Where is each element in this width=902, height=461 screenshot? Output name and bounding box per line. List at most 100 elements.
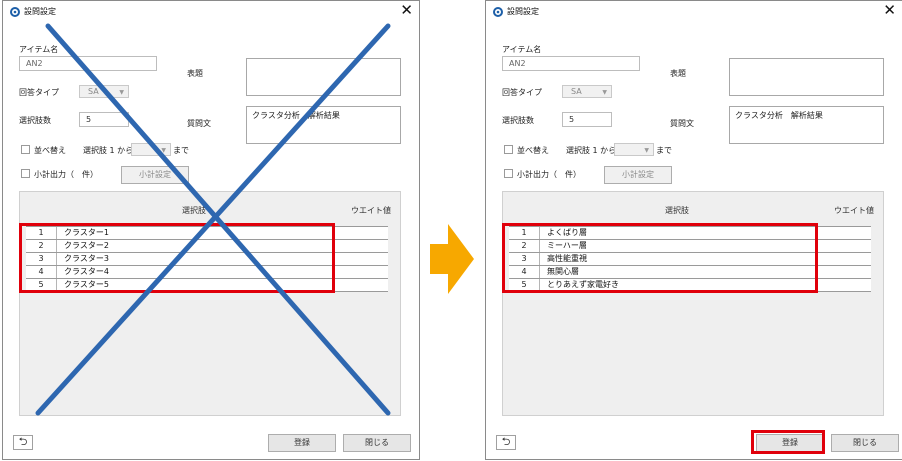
answer-type-label: 回答タイプ [19, 88, 59, 97]
grid-rows: 1 よくばり層 2 ミーハー層 3 高性能重視 4 無関心層 5 とりあえず家電好き [509, 226, 871, 292]
weight-cell[interactable] [334, 253, 388, 265]
subtotal-settings-button[interactable]: 小計設定 [604, 166, 672, 184]
table-row[interactable]: 1 よくばり層 [509, 226, 871, 240]
close-icon[interactable]: ✕ [400, 2, 413, 18]
to-label: まで [173, 146, 189, 155]
question-label: 質問文 [670, 119, 694, 128]
choice-count-label: 選択肢数 [19, 116, 51, 125]
grid-header-choice: 選択肢 [182, 206, 206, 215]
row-number: 5 [26, 279, 57, 291]
item-name-label: アイテム名 [502, 45, 542, 54]
chevron-down-icon: ▼ [644, 147, 649, 154]
close-icon[interactable]: ✕ [883, 2, 896, 18]
table-row[interactable]: 2 ミーハー層 [509, 240, 871, 253]
answer-type-value: SA [88, 87, 99, 96]
row-number: 4 [509, 266, 540, 278]
answer-type-select[interactable]: SA ▼ [562, 85, 612, 98]
weight-cell[interactable] [817, 253, 871, 265]
table-row[interactable]: 4 クラスター4 [26, 266, 388, 279]
close-button[interactable]: 閉じる [831, 434, 899, 452]
sort-range-select[interactable]: ▼ [614, 143, 654, 156]
table-row[interactable]: 4 無関心層 [509, 266, 871, 279]
answer-type-value: SA [571, 87, 582, 96]
choice-count-label: 選択肢数 [502, 116, 534, 125]
register-button[interactable]: 登録 [756, 434, 824, 452]
row-number: 1 [26, 227, 57, 239]
close-button[interactable]: 閉じる [343, 434, 411, 452]
subtotal-checkbox[interactable] [504, 169, 513, 178]
back-arrow-icon[interactable]: ⮌ [496, 435, 516, 450]
row-number: 4 [26, 266, 57, 278]
title-bar: 設問設定 ✕ [3, 1, 419, 23]
weight-cell[interactable] [334, 240, 388, 252]
weight-cell[interactable] [817, 227, 871, 239]
weight-cell[interactable] [817, 266, 871, 278]
app-logo-icon [10, 7, 20, 17]
sort-checkbox[interactable] [21, 145, 30, 154]
title-bar: 設問設定 ✕ [486, 1, 902, 23]
choice-text: クラスター2 [64, 241, 109, 250]
weight-cell[interactable] [334, 227, 388, 239]
sort-label: 並べ替え [517, 146, 549, 155]
table-row[interactable]: 2 クラスター2 [26, 240, 388, 253]
subtotal-settings-button[interactable]: 小計設定 [121, 166, 189, 184]
item-name-label: アイテム名 [19, 45, 59, 54]
dialog-title: 設問設定 [507, 7, 539, 16]
question-textarea[interactable]: クラスタ分析 解析結果 [246, 106, 401, 144]
item-name-field[interactable]: AN2 [502, 56, 640, 71]
weight-cell[interactable] [334, 266, 388, 278]
question-textarea[interactable]: クラスタ分析 解析結果 [729, 106, 884, 144]
subtotal-checkbox[interactable] [21, 169, 30, 178]
back-arrow-icon[interactable]: ⮌ [13, 435, 33, 450]
register-button[interactable]: 登録 [268, 434, 336, 452]
title-textarea[interactable] [729, 58, 884, 96]
settings-dialog-before: 設問設定 ✕ アイテム名 AN2 表題 回答タイプ SA ▼ 選択肢数 5 質問… [2, 0, 420, 460]
row-number: 3 [509, 253, 540, 265]
table-row[interactable]: 5 クラスター5 [26, 279, 388, 292]
grid-header-choice: 選択肢 [665, 206, 689, 215]
sort-checkbox[interactable] [504, 145, 513, 154]
settings-dialog-after: 設問設定 ✕ アイテム名 AN2 表題 回答タイプ SA ▼ 選択肢数 5 質問… [485, 0, 902, 460]
table-row[interactable]: 3 クラスター3 [26, 253, 388, 266]
title-textarea[interactable] [246, 58, 401, 96]
item-name-field[interactable]: AN2 [19, 56, 157, 71]
weight-cell[interactable] [817, 240, 871, 252]
choice-text: ミーハー層 [547, 241, 587, 250]
choice-text: クラスター4 [64, 267, 109, 276]
weight-cell[interactable] [817, 279, 871, 291]
table-row[interactable]: 1 クラスター1 [26, 226, 388, 240]
dialog-title: 設問設定 [24, 7, 56, 16]
choice-text: 高性能重視 [547, 254, 587, 263]
sort-label: 並べ替え [34, 146, 66, 155]
chevron-down-icon: ▼ [602, 89, 607, 96]
choice-text: 無関心層 [547, 267, 579, 276]
grid-header-weight: ウエイト値 [834, 206, 874, 215]
choice-text: とりあえず家電好き [547, 280, 619, 289]
sort-range-select[interactable]: ▼ [131, 143, 171, 156]
answer-type-select[interactable]: SA ▼ [79, 85, 129, 98]
grid-header: 選択肢 ウエイト値 [503, 192, 883, 226]
choice-count-field[interactable]: 5 [562, 112, 612, 127]
weight-cell[interactable] [334, 279, 388, 291]
choice-text: よくばり層 [547, 228, 587, 237]
choice-count-field[interactable]: 5 [79, 112, 129, 127]
chevron-down-icon: ▼ [161, 147, 166, 154]
chevron-down-icon: ▼ [119, 89, 124, 96]
grid-rows: 1 クラスター1 2 クラスター2 3 クラスター3 4 クラスター4 5 クラスター5 [26, 226, 388, 292]
from-label: 選択肢 1 から [566, 146, 617, 155]
choice-text: クラスター5 [64, 280, 109, 289]
title-label: 表題 [670, 69, 686, 78]
row-number: 2 [26, 240, 57, 252]
choices-grid: 選択肢 ウエイト値 1 よくばり層 2 ミーハー層 3 高性能重視 4 無関心層 5 とり… [502, 191, 884, 416]
row-number: 3 [26, 253, 57, 265]
grid-header-weight: ウエイト値 [351, 206, 391, 215]
grid-header: 選択肢 ウエイト値 [20, 192, 400, 226]
question-label: 質問文 [187, 119, 211, 128]
answer-type-label: 回答タイプ [502, 88, 542, 97]
app-logo-icon [493, 7, 503, 17]
row-number: 1 [509, 227, 540, 239]
arrow-right-icon [430, 224, 474, 294]
subtotal-label: 小計出力（ 件） [517, 170, 581, 179]
table-row[interactable]: 3 高性能重視 [509, 253, 871, 266]
table-row[interactable]: 5 とりあえず家電好き [509, 279, 871, 292]
